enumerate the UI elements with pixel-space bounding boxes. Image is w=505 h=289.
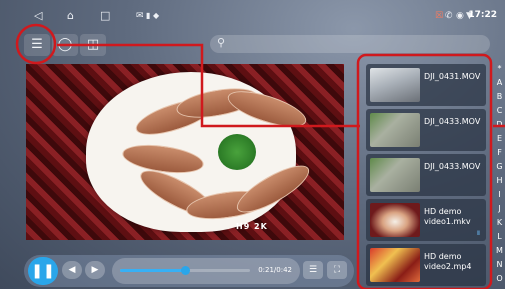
screen: ◁ ⌂ □ ✉ ▮ ◆ ☒ ✆ ◉ ▼ 17:22 ☰ ◯ ◫ ⚲ H9 2K …	[0, 0, 505, 289]
annotation-line	[57, 43, 360, 128]
annotation-box	[356, 53, 493, 289]
annotation-overlay	[15, 23, 505, 289]
annotation-circle	[15, 23, 57, 65]
